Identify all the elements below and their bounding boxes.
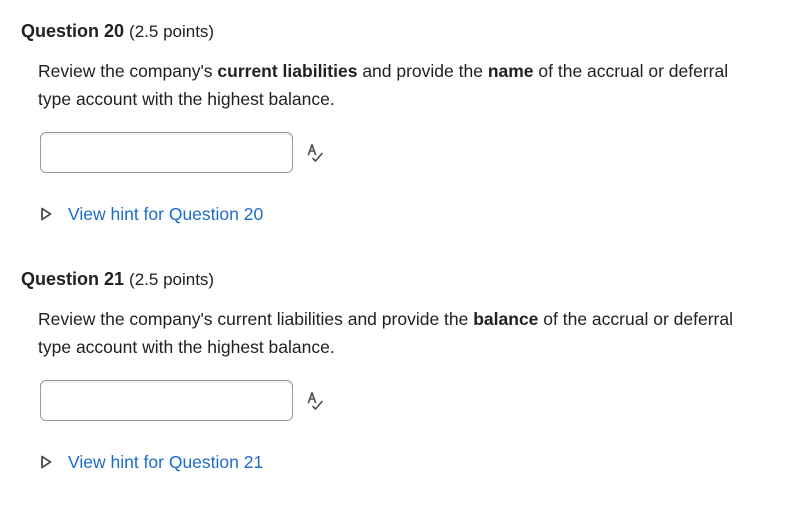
question-text: Review the company's current liabilities…	[38, 305, 758, 361]
question-title: Question 21	[21, 269, 125, 289]
question-text-emphasis: name	[487, 61, 534, 81]
question-title: Question 20	[21, 21, 125, 41]
question-text-emphasis: balance	[473, 309, 539, 329]
question-text-part: Review the company's	[38, 61, 218, 81]
triangle-right-icon	[41, 455, 52, 469]
view-hint-link[interactable]: View hint for Question 21	[40, 451, 263, 473]
answer-input[interactable]	[40, 380, 293, 421]
question-text-emphasis: current liabilities	[217, 61, 358, 81]
view-hint-link[interactable]: View hint for Question 20	[40, 203, 263, 225]
view-hint-label: View hint for Question 21	[68, 452, 264, 472]
view-hint-label: View hint for Question 20	[68, 204, 264, 224]
question-text: Review the company's current liabilities…	[38, 57, 758, 113]
question-points: (2.5 points)	[129, 270, 215, 289]
answer-input[interactable]	[40, 132, 293, 173]
question-heading: Question 20 (2.5 points)	[21, 20, 214, 43]
question-text-part: and provide the	[357, 61, 488, 81]
question-points: (2.5 points)	[129, 22, 215, 41]
spellcheck-icon[interactable]	[306, 143, 324, 163]
triangle-right-icon	[41, 207, 52, 221]
question-text-part: Review the company's current liabilities…	[38, 309, 474, 329]
spellcheck-icon[interactable]	[306, 391, 324, 411]
question-heading: Question 21 (2.5 points)	[21, 268, 214, 291]
